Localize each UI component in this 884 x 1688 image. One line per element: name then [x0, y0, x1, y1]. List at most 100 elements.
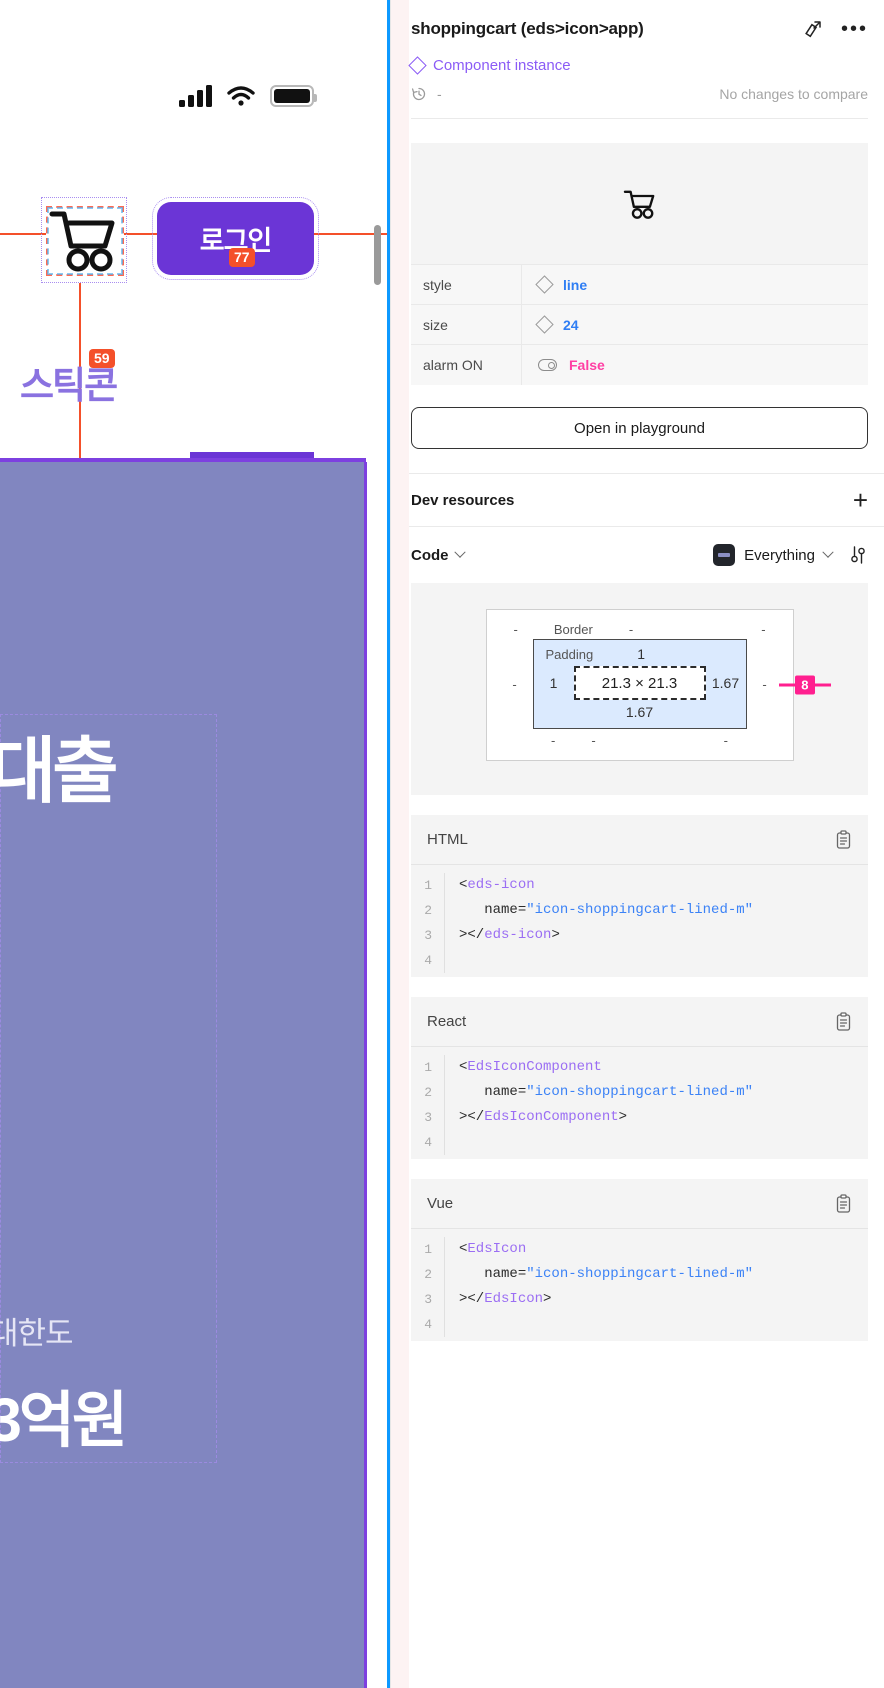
code-line-content[interactable]	[445, 948, 467, 973]
code-line-number: 2	[411, 1262, 445, 1287]
property-row-alarm-on: alarm ON False	[411, 345, 868, 385]
padding-left-value: 1	[549, 675, 558, 691]
margin-badge: 8	[795, 675, 815, 695]
code-lines: 1 <EdsIconComponent 2 name="icon-shoppingc…	[411, 1047, 868, 1159]
canvas-scrollbar[interactable]	[374, 225, 381, 285]
code-line-content[interactable]: ></EdsIcon>	[445, 1287, 551, 1312]
code-line-number: 3	[411, 1105, 445, 1130]
status-bar	[0, 72, 366, 120]
code-line-number: 4	[411, 1130, 445, 1155]
code-line-content[interactable]	[445, 1130, 467, 1155]
page-title: shoppingcart (eds>icon>app)	[411, 19, 644, 38]
border-top-value: -	[628, 622, 634, 637]
property-row-size: size 24	[411, 305, 868, 345]
border-left-side-value: -	[512, 676, 517, 692]
code-card-html: HTML 1 <eds-icon 2 name="icon-shoppingcart…	[411, 815, 868, 977]
chevron-down-icon[interactable]	[453, 546, 466, 558]
code-line-content[interactable]: name="icon-shoppingcart-lined-m"	[445, 898, 753, 923]
code-line-content[interactable]: name="icon-shoppingcart-lined-m"	[445, 1262, 753, 1287]
history-row: - No changes to compare	[411, 86, 868, 102]
code-line-number: 1	[411, 873, 445, 898]
open-in-playground-button[interactable]: Open in playground	[411, 407, 868, 449]
diamond-icon	[408, 56, 427, 75]
code-line-content[interactable]: ></EdsIconComponent>	[445, 1105, 627, 1130]
copy-icon[interactable]	[835, 829, 852, 850]
code-line: 2 name="icon-shoppingcart-lined-m"	[411, 1080, 868, 1105]
dev-resources-header: Dev resources +	[391, 474, 884, 526]
annotation-badge[interactable]: 77	[229, 248, 255, 267]
box-model-diagram: - Border - - - Padding 1 1 21.3 × 21.3 1…	[411, 583, 868, 795]
padding-bottom-value: 1.67	[625, 704, 654, 720]
padding-label: Padding	[545, 646, 594, 662]
border-left-value: -	[513, 622, 518, 637]
code-line-content[interactable]: ></eds-icon>	[445, 923, 560, 948]
open-external-icon[interactable]	[801, 18, 823, 40]
cellular-signal-icon	[179, 85, 212, 107]
design-canvas[interactable]: 로그인 77 59 스틱콘 대출 대한도 3억원	[0, 0, 390, 1688]
code-line: 1 <EdsIcon	[411, 1237, 868, 1262]
property-name: alarm ON	[423, 357, 483, 373]
component-type-row: Component instance	[408, 56, 868, 75]
padding-top-value: 1	[637, 646, 646, 662]
canvas-frame-edge	[364, 462, 367, 1688]
code-line-content[interactable]: name="icon-shoppingcart-lined-m"	[445, 1080, 753, 1105]
plus-icon[interactable]: +	[853, 487, 868, 513]
code-line: 4	[411, 948, 868, 973]
panel-header: shoppingcart (eds>icon>app) ••• Componen…	[391, 0, 884, 119]
code-card-vue: Vue 1 <EdsIcon 2 name="icon-shoppingcart-l…	[411, 1179, 868, 1341]
code-line-content[interactable]: <EdsIconComponent	[445, 1055, 602, 1080]
code-section-header: Code Everything	[391, 527, 884, 583]
panel-side-strip	[391, 0, 409, 1688]
code-line-number: 1	[411, 1237, 445, 1262]
platform-selector[interactable]: Everything	[713, 544, 834, 566]
component-preview	[411, 143, 868, 264]
code-line: 3 ></EdsIcon>	[411, 1287, 868, 1312]
property-name: size	[423, 316, 448, 333]
code-line-content[interactable]	[445, 1312, 467, 1337]
more-options-icon[interactable]: •••	[841, 19, 868, 39]
code-line: 2 name="icon-shoppingcart-lined-m"	[411, 1262, 868, 1287]
content-size: 21.3 × 21.3	[573, 666, 706, 700]
wifi-icon	[227, 86, 255, 106]
inspect-panel: shoppingcart (eds>icon>app) ••• Componen…	[390, 0, 884, 1688]
property-value[interactable]: 24	[563, 317, 579, 333]
border-bottom-value: -	[591, 733, 596, 748]
code-lines: 1 <EdsIcon 2 name="icon-shoppingcart-lined…	[411, 1229, 868, 1341]
border-right-value: -	[761, 622, 766, 637]
code-line: 2 name="icon-shoppingcart-lined-m"	[411, 898, 868, 923]
code-card-title: HTML	[427, 831, 468, 848]
margin-indicator: 8	[779, 675, 831, 695]
copy-icon[interactable]	[835, 1011, 852, 1032]
code-line-content[interactable]: <EdsIcon	[445, 1237, 526, 1262]
copy-icon[interactable]	[835, 1193, 852, 1214]
padding-right-value: 1.67	[711, 675, 740, 691]
code-line: 3 ></EdsIconComponent>	[411, 1105, 868, 1130]
code-line-number: 3	[411, 1287, 445, 1312]
code-line-number: 2	[411, 898, 445, 923]
code-card-react: React 1 <EdsIconComponent 2 name="icon-sho…	[411, 997, 868, 1159]
code-line-number: 2	[411, 1080, 445, 1105]
canvas-section-divider	[0, 458, 366, 462]
code-card-title: React	[427, 1013, 467, 1030]
battery-icon	[270, 85, 317, 107]
sliders-icon[interactable]	[848, 545, 868, 565]
platform-chip-icon	[713, 544, 736, 566]
dev-resources-title: Dev resources	[411, 491, 515, 509]
compare-status: No changes to compare	[719, 86, 868, 102]
diamond-icon	[535, 315, 554, 334]
toggle-icon	[538, 359, 557, 371]
canvas-big-text: 대출	[0, 732, 119, 812]
history-value: -	[437, 86, 442, 102]
shoppingcart-lined-icon[interactable]	[48, 206, 120, 274]
chevron-down-icon[interactable]	[822, 546, 834, 558]
history-clock-icon	[411, 87, 426, 101]
code-card-title: Vue	[427, 1195, 454, 1212]
canvas-amount-text: 3억원	[0, 1386, 128, 1454]
property-row-style: style line	[411, 265, 868, 305]
canvas-mid-text: 대한도	[0, 1316, 74, 1351]
property-name: style	[423, 276, 452, 293]
property-value[interactable]: False	[569, 357, 605, 373]
property-value[interactable]: line	[563, 277, 587, 293]
code-line-content[interactable]: <eds-icon	[445, 873, 535, 898]
canvas-section-heading: 스틱콘	[20, 365, 118, 406]
